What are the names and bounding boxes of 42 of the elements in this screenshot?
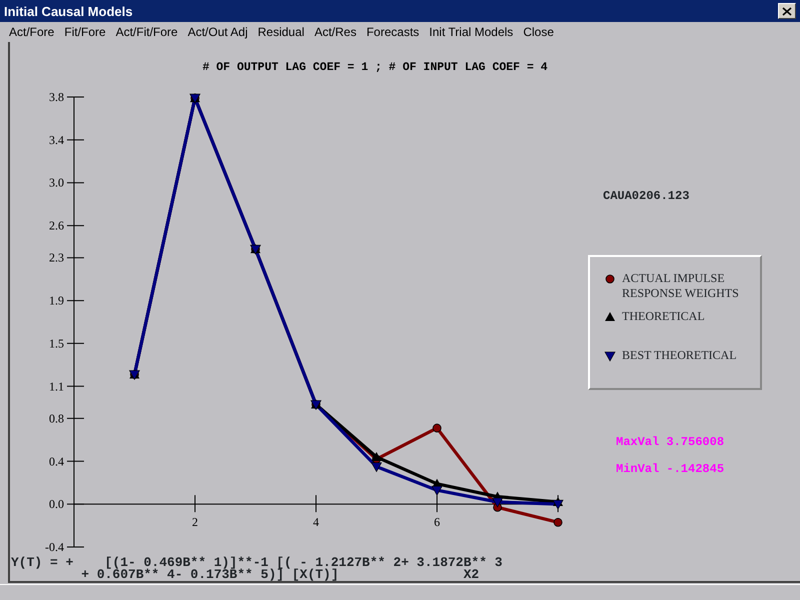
legend-label: BEST THEORETICAL [622, 348, 738, 363]
equation-line: + 0.607B** 4- 0.173B** 5)] [X(T)] X2 [80, 569, 480, 581]
menu-item[interactable]: Act/Fit/Fore [110, 22, 183, 42]
y-tick-label: 1.9 [49, 294, 64, 308]
x-tick-label: 6 [434, 515, 440, 530]
y-tick-label: 3.8 [49, 90, 64, 104]
menu-item[interactable]: Close [518, 22, 559, 42]
menu-item[interactable]: Fit/Fore [59, 22, 111, 42]
y-tick-label: 0.4 [49, 454, 64, 468]
menu-item[interactable]: Act/Out Adj [182, 22, 253, 42]
y-tick-label: 1.1 [49, 379, 64, 394]
equation-line: Y(T) = + [(1- 0.469B** 1)]**-1 [( - 1.2127B** 2+ 3.1872B** 3 [11, 557, 504, 569]
dataset-label: CAUA0206.123 [603, 189, 690, 203]
y-tick-label: 1.5 [49, 336, 64, 350]
close-icon [782, 6, 792, 16]
inverted-triangle-marker [432, 486, 442, 496]
y-tick-label: -0.4 [45, 540, 64, 552]
y-tick-label: 0.0 [49, 497, 64, 512]
menu-item[interactable]: Init Trial Models [424, 22, 518, 42]
menu-item[interactable]: Residual [252, 22, 310, 42]
circle-marker [432, 424, 442, 432]
point [372, 452, 382, 461]
y-tick-label: 0.8 [49, 411, 64, 426]
window-title: Initial Causal Models [4, 4, 133, 18]
y-tick-label: 3.0 [49, 176, 64, 190]
stat-text: MaxVal 3.756008 [616, 435, 724, 449]
circle-marker [554, 518, 562, 527]
inverted-triangle-marker [492, 498, 503, 508]
point [552, 500, 564, 510]
y-tick-label: 2.6 [49, 218, 64, 233]
chart-title: # OF OUTPUT LAG COEF = 1 ; # OF INPUT LAG COEF = 4 [202, 61, 548, 74]
y-tick-label: 3.4 [49, 132, 64, 147]
x-tick-label: 4 [313, 515, 319, 530]
x-tick-label: 2 [192, 515, 198, 530]
legend-label: ACTUAL IMPULSE RESPONSE WEIGHTS [622, 271, 740, 301]
stat-text: MinVal -.142845 [616, 462, 724, 476]
menu-item[interactable]: Act/Res [309, 22, 362, 42]
legend-label: THEORETICAL [622, 309, 706, 324]
close-button[interactable] [778, 3, 796, 19]
y-tick-label: 2.3 [49, 250, 64, 265]
menu-item[interactable]: Forecasts [361, 22, 424, 42]
menu-item[interactable]: Act/Fore [4, 22, 60, 42]
